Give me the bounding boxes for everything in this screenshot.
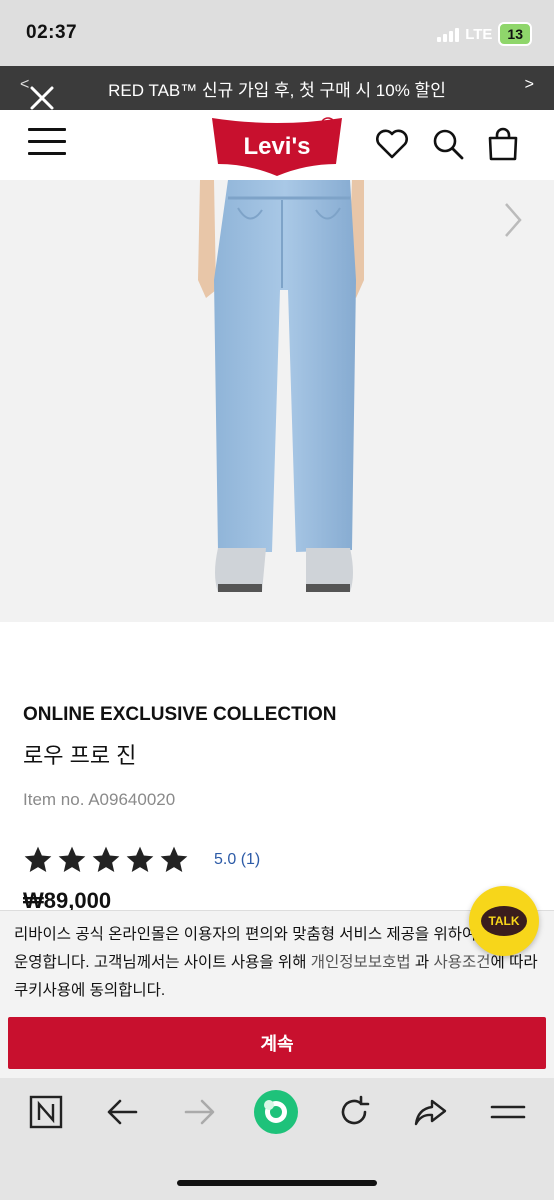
status-indicators: LTE 13 [437,22,532,46]
network-type: LTE [465,25,493,43]
naver-icon[interactable] [28,1094,64,1130]
promo-banner[interactable]: < RED TAB™ 신규 가입 후, 첫 구매 시 10% 할인 > [0,66,554,110]
kakao-talk-button[interactable]: TALK [469,886,539,956]
talk-bubble-icon: TALK [481,906,527,936]
star-rating[interactable] [22,844,190,876]
status-time: 02:37 [26,22,78,43]
cookie-text: 리바이스 공식 온라인몰은 이용자의 편의와 맞춤형 서비스 제공을 위하여 쿠… [14,921,549,1005]
logo-text: Levi's [243,133,310,160]
product-name: 로우 프로 진 [23,743,137,768]
product-info: ONLINE EXCLUSIVE COLLECTION 로우 프로 진 Item… [0,622,554,913]
reload-icon[interactable] [336,1094,372,1130]
jeans-photo [198,180,364,592]
item-number: Item no. A09640020 [23,790,176,809]
star-icon [24,846,52,872]
heart-icon[interactable] [374,126,410,162]
close-icon[interactable] [24,80,60,116]
menu-lines-icon[interactable] [490,1094,526,1130]
levis-logo[interactable]: Levi's [210,114,344,176]
cookie-notice: 리바이스 공식 온라인몰은 이용자의 편의와 맞춤형 서비스 제공을 위하여 쿠… [0,910,554,1078]
star-icon [160,846,188,872]
search-icon[interactable] [430,126,466,162]
site-header: Levi's [0,86,554,180]
status-bar: 02:37 LTE 13 [0,0,554,66]
product-image[interactable] [0,180,554,622]
battery-icon: 13 [498,22,532,46]
star-icon [92,846,120,872]
bag-icon[interactable] [485,126,521,162]
green-dot-icon[interactable] [252,1088,300,1136]
menu-icon[interactable] [28,128,66,158]
collection-label: ONLINE EXCLUSIVE COLLECTION [23,704,337,725]
star-icon [126,846,154,872]
terms-link[interactable]: 사용조건 [433,954,490,971]
continue-button[interactable]: 계속 [8,1017,546,1069]
cookie-text-part2: 과 [410,954,434,971]
promo-text[interactable]: RED TAB™ 신규 가입 후, 첫 구매 시 10% 할인 [108,76,446,101]
home-indicator[interactable] [177,1180,377,1186]
star-icon [58,846,86,872]
signal-icon [437,26,460,42]
privacy-law-link[interactable]: 개인정보보호법 [311,954,411,971]
forward-arrow-icon[interactable] [182,1094,218,1130]
share-icon[interactable] [412,1094,448,1130]
rating-link[interactable]: 5.0 (1) [214,851,260,869]
promo-next-icon[interactable]: > [525,76,534,94]
image-next-icon[interactable] [502,200,524,240]
back-arrow-icon[interactable] [104,1094,140,1130]
